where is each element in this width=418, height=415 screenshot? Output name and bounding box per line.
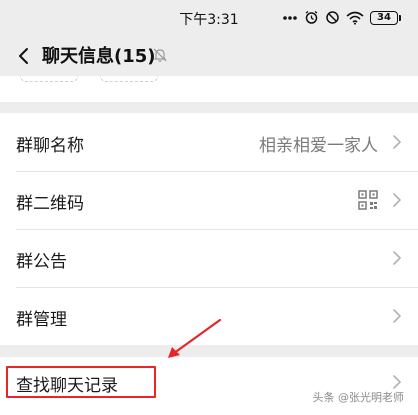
row-label: 群二维码: [16, 194, 84, 214]
member-avatar-placeholder[interactable]: [100, 76, 158, 82]
bell-slash-icon: [153, 48, 167, 62]
dots-icon: [283, 15, 297, 20]
search-history-group: 查找聊天记录: [0, 357, 418, 415]
row-label: 查找聊天记录: [16, 376, 118, 396]
row-label: 群聊名称: [16, 136, 84, 156]
group-name-row[interactable]: 群聊名称 相亲相爱一家人: [0, 113, 418, 171]
wifi-icon: [346, 11, 364, 25]
watermark: 头条 @张光明老师: [312, 391, 405, 404]
battery-icon: 34: [370, 10, 401, 25]
chevron-right-icon: [393, 309, 401, 323]
member-avatar-placeholder[interactable]: [20, 76, 78, 82]
qr-code-icon: [358, 190, 378, 210]
annotation-arrow-icon: [168, 318, 222, 358]
chat-info-screen: 下午3:31 34 聊天信息(15) 群聊名称 相亲相爱一家人 群二维码 群公告…: [0, 0, 418, 415]
nav-bar: 聊天信息(15): [0, 36, 418, 76]
search-chat-history-row[interactable]: 查找聊天记录: [0, 357, 418, 415]
member-card: [0, 76, 418, 102]
chevron-left-icon[interactable]: [14, 46, 34, 66]
group-qr-code-row[interactable]: 群二维码: [0, 171, 418, 229]
status-bar: 下午3:31 34: [0, 0, 418, 36]
group-name-value: 相亲相爱一家人: [259, 136, 378, 156]
alarm-icon: [305, 10, 318, 24]
mute-clock-icon: [326, 11, 339, 24]
chevron-right-icon: [393, 135, 401, 149]
page-title: 聊天信息(15): [42, 46, 156, 67]
chevron-right-icon: [393, 375, 401, 389]
row-label: 群管理: [16, 310, 67, 330]
row-label: 群公告: [16, 252, 67, 272]
chevron-right-icon: [393, 251, 401, 265]
group-settings-list: 群聊名称 相亲相爱一家人 群二维码 群公告 群管理: [0, 113, 418, 345]
status-icons: 34: [282, 10, 401, 25]
chevron-right-icon: [393, 193, 401, 207]
group-announcement-row[interactable]: 群公告: [0, 229, 418, 287]
